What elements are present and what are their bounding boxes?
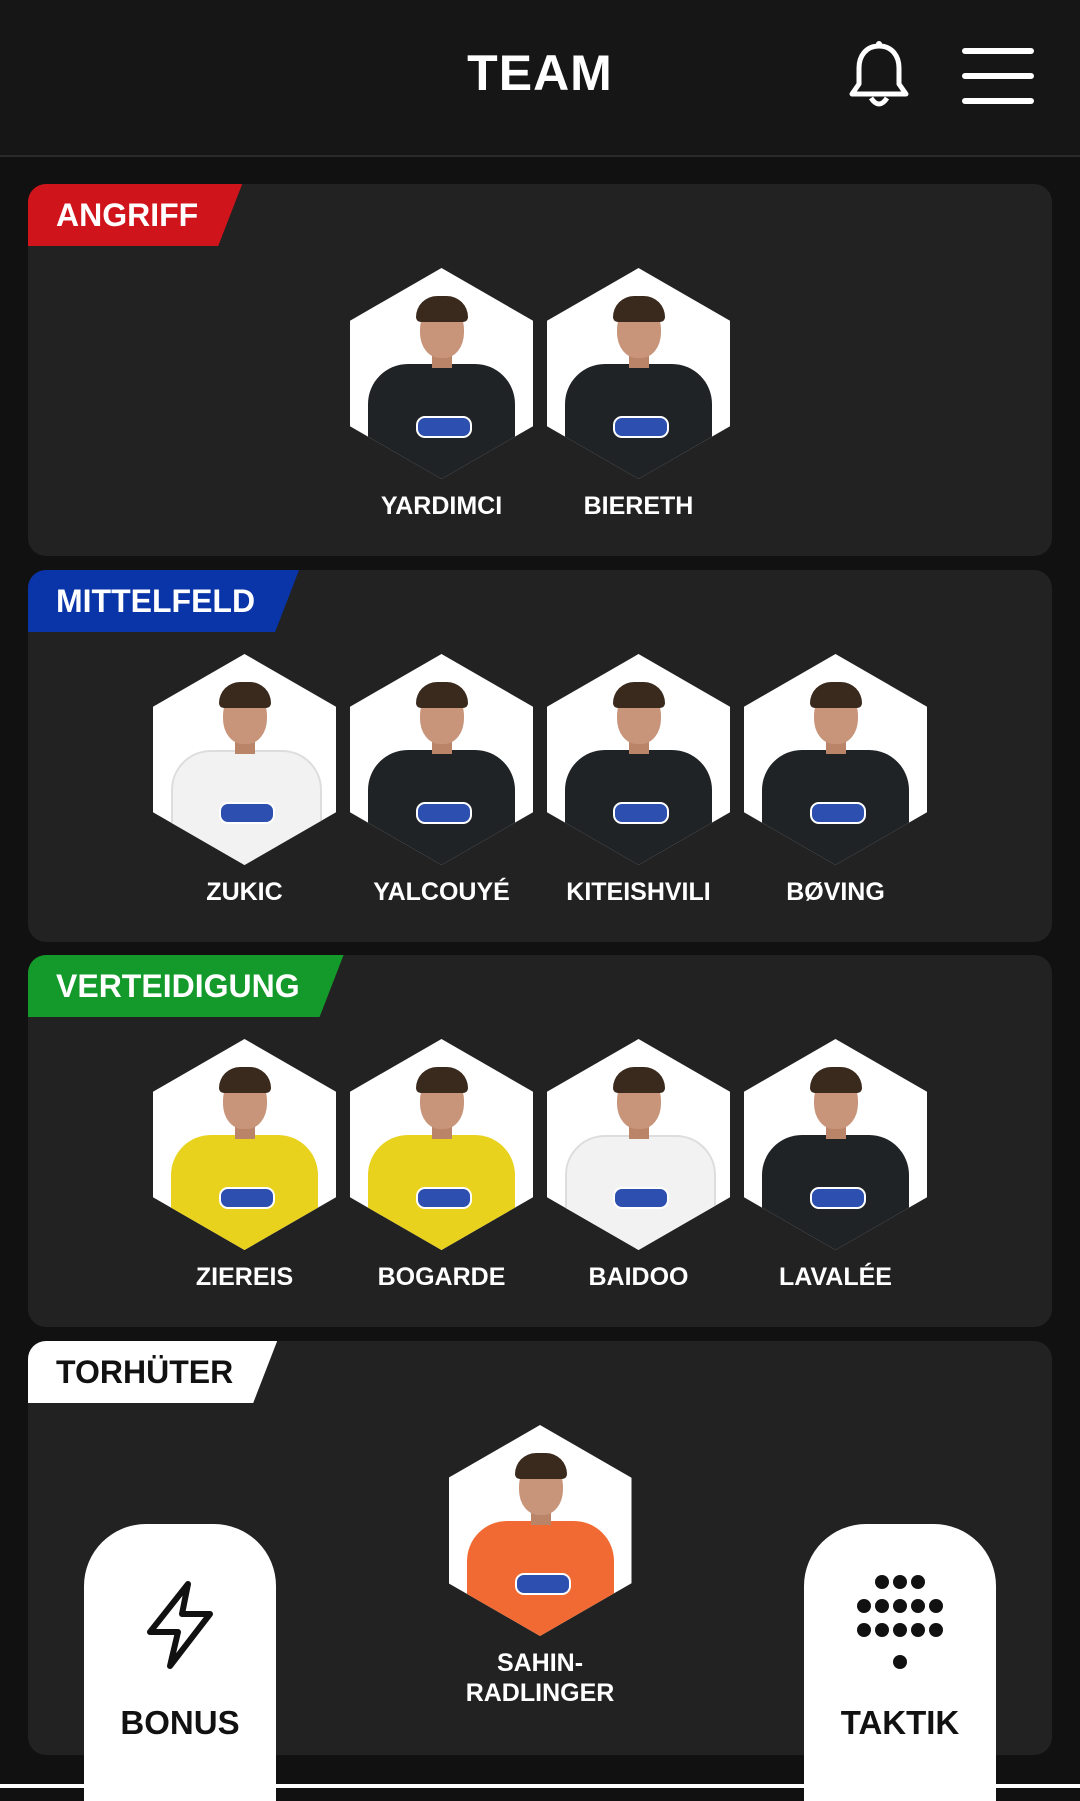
sponsor-logo (613, 416, 669, 438)
player-name: YALCOUYÉ (373, 878, 510, 906)
player-name: ZUKIC (206, 878, 283, 906)
player-photo (744, 1039, 927, 1250)
player-name: KITEISHVILI (566, 878, 711, 906)
player-name: BAIDOO (588, 1263, 689, 1291)
sponsor-logo (613, 802, 669, 824)
player-card[interactable]: BØVING (744, 654, 927, 907)
app-header: TEAM (0, 0, 1080, 157)
player-name: BØVING (786, 878, 885, 906)
section-verteidigung: VERTEIDIGUNG ZIEREIS BOGARDE BAIDOO LAVALÉE (28, 955, 1052, 1327)
sponsor-logo (514, 1573, 571, 1595)
player-photo (547, 654, 730, 865)
page-title: TEAM (467, 45, 613, 101)
section-label: TORHÜTER (28, 1341, 277, 1403)
player-name: LAVALÉE (779, 1263, 892, 1291)
taktik-label: TAKTIK (840, 1704, 960, 1741)
player-card[interactable]: KITEISHVILI (547, 654, 730, 907)
lightning-icon (147, 1581, 213, 1669)
formation-icon (857, 1575, 943, 1669)
section-label: VERTEIDIGUNG (28, 955, 344, 1017)
player-card[interactable]: ZUKIC (153, 654, 336, 907)
sponsor-logo (416, 802, 472, 824)
player-photo (744, 654, 927, 865)
bell-icon[interactable] (846, 40, 912, 112)
player-photo (448, 1425, 632, 1636)
section-mittelfeld: MITTELFELD ZUKIC YALCOUYÉ KITEISHVILI BØVIN… (28, 570, 1052, 942)
player-photo (350, 268, 533, 479)
player-photo (153, 1039, 336, 1250)
bonus-button[interactable]: BONUS (84, 1524, 276, 1801)
player-name: BOGARDE (377, 1263, 506, 1291)
player-name: YARDIMCI (380, 492, 503, 520)
player-card[interactable]: SAHIN- RADLINGER (448, 1425, 632, 1708)
player-photo (547, 1039, 730, 1250)
player-card[interactable]: BIERETH (547, 268, 730, 521)
bottom-divider (0, 1784, 1080, 1788)
player-name: ZIEREIS (195, 1263, 294, 1291)
player-card[interactable]: BAIDOO (547, 1039, 730, 1292)
player-photo (153, 654, 336, 865)
sponsor-logo (613, 1187, 669, 1209)
player-card[interactable]: YALCOUYÉ (350, 654, 533, 907)
sponsor-logo (219, 802, 275, 824)
sponsor-logo (810, 802, 866, 824)
sponsor-logo (416, 1187, 472, 1209)
taktik-button[interactable]: TAKTIK (804, 1524, 996, 1801)
sponsor-logo (416, 416, 472, 438)
section-angriff: ANGRIFF YARDIMCI BIERETH (28, 184, 1052, 556)
player-photo (350, 1039, 533, 1250)
section-label: ANGRIFF (28, 184, 242, 246)
player-card[interactable]: ZIEREIS (153, 1039, 336, 1292)
player-name: SAHIN- RADLINGER (465, 1649, 615, 1707)
bonus-label: BONUS (120, 1704, 240, 1741)
sponsor-logo (219, 1187, 275, 1209)
menu-icon[interactable] (962, 46, 1034, 106)
player-card[interactable]: BOGARDE (350, 1039, 533, 1292)
sponsor-logo (810, 1187, 866, 1209)
player-row: ZIEREIS BOGARDE BAIDOO LAVALÉE (28, 1039, 1052, 1292)
section-label: MITTELFELD (28, 570, 299, 632)
player-card[interactable]: LAVALÉE (744, 1039, 927, 1292)
player-photo (350, 654, 533, 865)
player-row: YARDIMCI BIERETH (28, 268, 1052, 521)
player-name: BIERETH (583, 492, 694, 520)
player-card[interactable]: YARDIMCI (350, 268, 533, 521)
player-photo (547, 268, 730, 479)
player-row: ZUKIC YALCOUYÉ KITEISHVILI BØVING (28, 654, 1052, 907)
